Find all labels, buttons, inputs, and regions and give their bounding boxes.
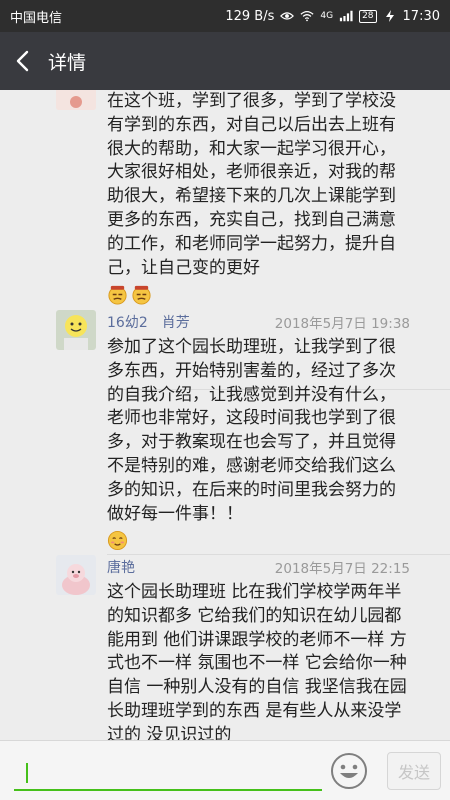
send-button[interactable]: 发送	[387, 752, 441, 790]
avatar[interactable]	[56, 310, 96, 350]
comment-time: 2018年5月7日 19:38	[274, 316, 410, 332]
charging-icon	[385, 10, 394, 22]
comment-body: 这个园长助理班 比在我们学校学两年半的知识都多 它给我们的知识在幼儿园都能用到 …	[107, 581, 412, 740]
avatar[interactable]	[56, 555, 96, 595]
avatar[interactable]	[56, 90, 96, 110]
network-speed: 129 B/s	[225, 8, 275, 24]
comment-meta: 唐艳 2018年5月7日 22:15	[107, 555, 410, 579]
comment-item: 唐艳 2018年5月7日 22:15 这个园长助理班 比在我们学校学两年半的知识…	[0, 555, 450, 740]
status-time: 17:30	[402, 8, 440, 24]
comment-list[interactable]: 在这个班，学到了很多，学到了学校没有学到的东西，对自己以后出去上班有很大的帮助，…	[0, 90, 450, 740]
status-bar: 中国电信 129 B/s 4G 28 17:30	[0, 0, 450, 32]
comment-text: 在这个班，学到了很多，学到了学校没有学到的东西，对自己以后出去上班有很大的帮助，…	[107, 91, 396, 278]
comment-text: 这个园长助理班 比在我们学校学两年半的知识都多 它给我们的知识在幼儿园都能用到 …	[107, 582, 407, 740]
comment-text: 参加了这个园长助理班，让我学到了很多东西，开始特别害羞的，经过了多次的自我介绍，…	[107, 337, 396, 524]
comment-input-bar: 发送	[0, 740, 450, 800]
wifi-icon	[300, 11, 314, 22]
comment-meta: 16幼2 肖芳 2018年5月7日 19:38	[107, 310, 410, 334]
commenter-name[interactable]: 16幼2 肖芳	[107, 312, 190, 332]
comment-body: 在这个班，学到了很多，学到了学校没有学到的东西，对自己以后出去上班有很大的帮助，…	[107, 90, 412, 307]
network-type: 4G	[320, 10, 334, 21]
back-button[interactable]	[0, 32, 44, 90]
comment-input-field[interactable]	[14, 751, 322, 789]
chevron-left-icon	[16, 50, 29, 72]
blush-emoji	[107, 530, 128, 550]
comment-body: 参加了这个园长助理班，让我学到了很多东西，开始特别害羞的，经过了多次的自我介绍，…	[107, 336, 412, 553]
signal-icon	[339, 10, 353, 22]
comment-input[interactable]	[14, 751, 322, 791]
commenter-name[interactable]: 唐艳	[107, 557, 135, 577]
smirk-cowboy-emoji	[132, 285, 151, 305]
carrier-label: 中国电信	[10, 10, 63, 26]
comment-item: 16幼2 肖芳 2018年5月7日 19:38 参加了这个园长助理班，让我学到了…	[0, 310, 450, 555]
nav-header: 详情	[0, 32, 450, 90]
eye-icon	[280, 12, 295, 20]
page-title: 详情	[48, 51, 87, 74]
comment-time: 2018年5月7日 22:15	[274, 561, 410, 577]
smirk-cowboy-emoji	[108, 285, 127, 305]
status-bar-right: 129 B/s 4G 28 17:30	[225, 9, 440, 24]
battery-icon: 28	[359, 9, 377, 23]
smiley-icon[interactable]	[330, 752, 368, 790]
